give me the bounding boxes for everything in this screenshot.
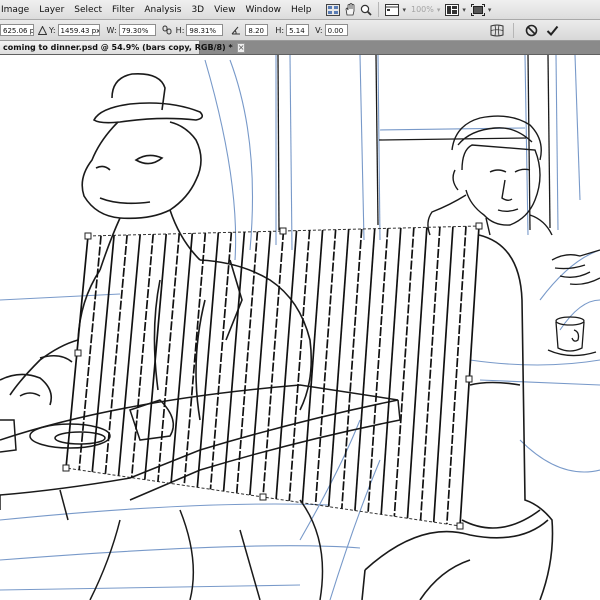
handle-middle-left — [74, 349, 82, 357]
coffee-cup-sketch — [547, 316, 597, 357]
menu-window[interactable]: Window — [240, 0, 286, 20]
menu-image[interactable]: Image — [0, 0, 34, 20]
bar-line — [288, 230, 311, 501]
document-title: coming to dinner.psd @ 54.9% (bars copy,… — [3, 43, 233, 52]
booth-seat-sketch — [361, 234, 554, 600]
menu-layer[interactable]: Layer — [34, 0, 69, 20]
close-document-icon[interactable]: × — [236, 42, 246, 53]
zoom-tool-icon[interactable] — [360, 2, 373, 17]
screen-mode-dropdown[interactable]: ▾ — [488, 6, 492, 14]
background-sketch — [0, 55, 600, 600]
bar-line — [183, 232, 207, 486]
cancel-transform-icon[interactable] — [523, 23, 539, 38]
h-label: H: — [175, 25, 185, 35]
width-field[interactable]: 79.30% — [118, 24, 156, 36]
menu-help[interactable]: Help — [286, 0, 317, 20]
zoom-level[interactable]: 100% — [411, 5, 434, 14]
handle-top-right — [475, 222, 483, 230]
y-label: Y: — [49, 25, 56, 35]
handle-top-left — [84, 232, 92, 240]
document-canvas[interactable] — [0, 55, 600, 600]
man-in-background — [427, 115, 553, 236]
bar-line — [143, 233, 168, 480]
document-tab-bar: coming to dinner.psd @ 54.9% (bars copy,… — [0, 41, 600, 55]
v-skew-label: V: — [315, 25, 323, 35]
bar-line — [78, 235, 102, 471]
menu-filter[interactable]: Filter — [107, 0, 139, 20]
bar-line — [196, 232, 220, 488]
document-tab[interactable]: coming to dinner.psd @ 54.9% (bars copy,… — [0, 41, 246, 54]
menu-bar: Image Layer Select Filter Analysis 3D Vi… — [0, 0, 600, 20]
menu-select[interactable]: Select — [69, 0, 107, 20]
bar-line — [262, 230, 285, 498]
bar-line — [209, 232, 233, 490]
bar-line — [170, 233, 194, 484]
handle-bottom-right — [456, 522, 464, 530]
handle-top-center — [279, 227, 287, 235]
bar-line — [301, 229, 324, 503]
mini-bridge-icon[interactable] — [326, 2, 341, 17]
bar-line — [130, 234, 155, 478]
vertical-bars-layer — [65, 225, 480, 527]
bar-line — [117, 234, 141, 476]
menu-analysis[interactable]: Analysis — [139, 0, 186, 20]
options-bar: 625.06 px Y: 1459.43 px W: 79.30% H: 98.… — [0, 20, 600, 41]
view-extras-dropdown[interactable]: ▾ — [402, 6, 406, 14]
link-proportions-icon[interactable] — [160, 23, 174, 37]
window-frames — [277, 55, 551, 231]
handle-middle-right — [465, 375, 473, 383]
h-skew-label: H: — [275, 25, 285, 35]
x-position-field[interactable]: 625.06 px — [0, 24, 34, 36]
screen-mode-icon[interactable] — [470, 2, 485, 17]
rotate-icon — [229, 23, 243, 37]
hand-tool-icon[interactable] — [344, 2, 356, 17]
bar-line — [354, 228, 376, 511]
horizontal-skew-field[interactable]: 5.14 — [286, 24, 310, 36]
bar-line — [157, 233, 181, 482]
vertical-skew-field[interactable]: 0.00 — [324, 24, 348, 36]
creature-sketch — [0, 72, 313, 421]
arrange-documents-icon[interactable] — [445, 2, 460, 17]
commit-transform-icon[interactable] — [544, 23, 560, 38]
warp-mode-icon[interactable] — [489, 23, 505, 38]
rotate-angle-field[interactable]: 8.20 — [245, 24, 269, 36]
menu-3d[interactable]: 3D — [186, 0, 209, 20]
bar-line — [104, 234, 128, 474]
y-position-field[interactable]: 1459.43 px — [57, 24, 100, 36]
handle-bottom-left — [62, 464, 70, 472]
height-field[interactable]: 98.31% — [186, 24, 224, 36]
pointing-hand-sketch — [551, 249, 600, 286]
arrange-dropdown[interactable]: ▾ — [462, 6, 466, 14]
handle-bottom-center — [259, 493, 267, 501]
bar-line — [275, 230, 298, 499]
menu-view[interactable]: View — [209, 0, 240, 20]
view-extras-icon[interactable] — [385, 2, 400, 17]
sketch-artwork — [0, 55, 600, 600]
commit-controls — [484, 23, 560, 38]
zoom-dropdown[interactable]: ▾ — [437, 6, 441, 14]
w-label: W: — [106, 25, 117, 35]
relative-position-icon[interactable] — [38, 23, 47, 37]
